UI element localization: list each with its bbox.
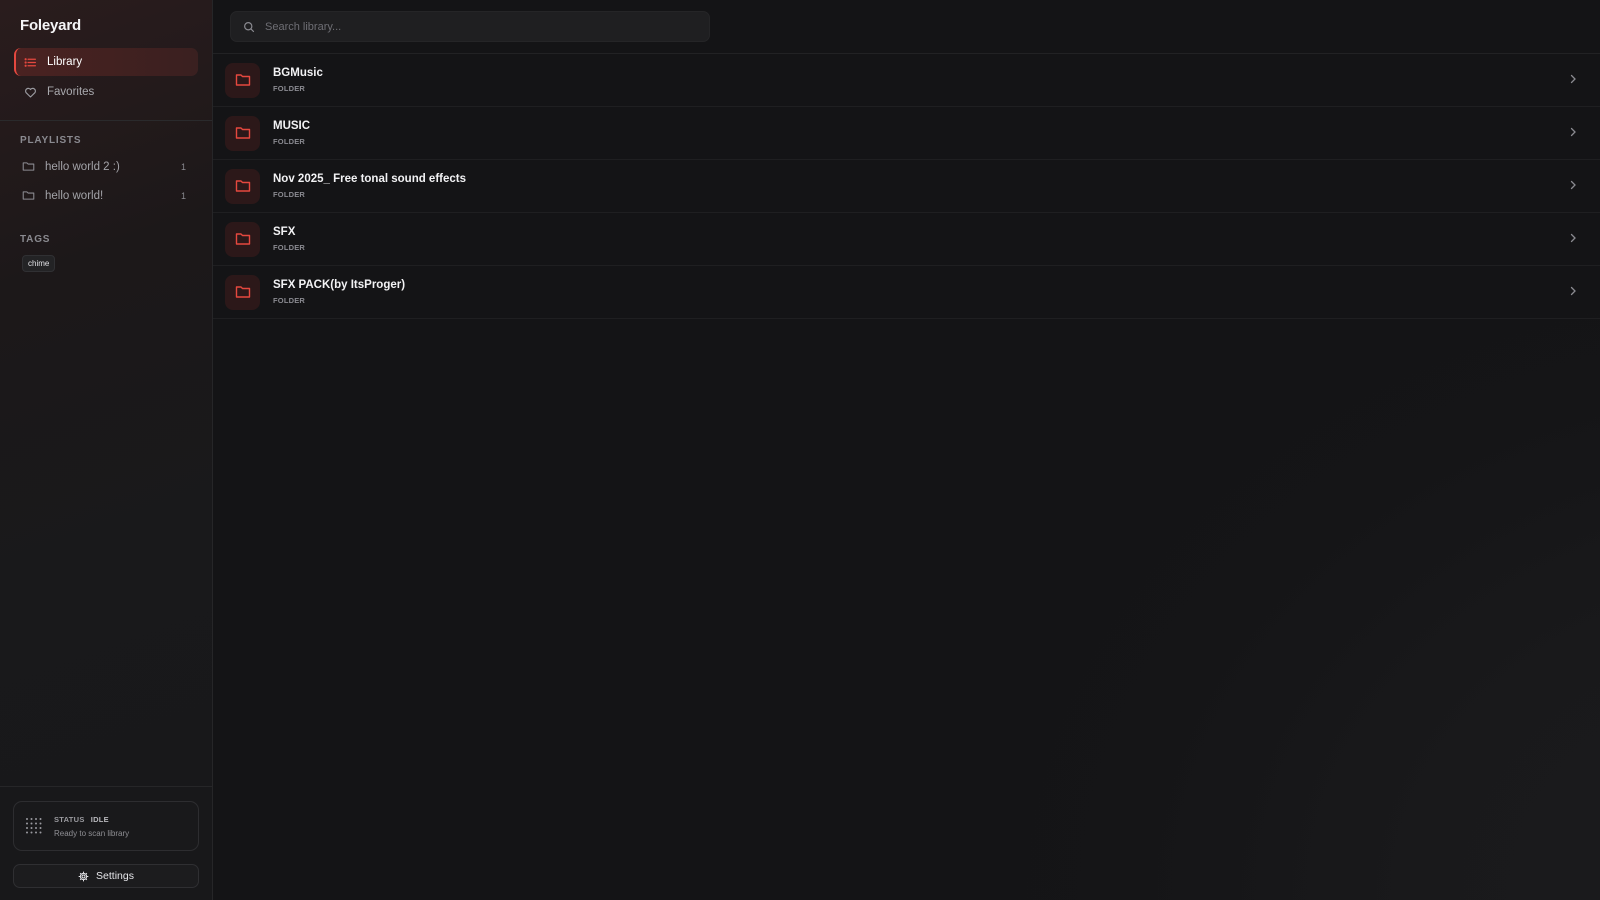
- gear-icon: [78, 871, 89, 881]
- item-type: FOLDER: [273, 190, 306, 199]
- sidebar-item-label: Favorites: [47, 86, 95, 98]
- folder-icon: [235, 180, 250, 192]
- settings-button[interactable]: Settings: [13, 864, 199, 888]
- item-meta: SFX FOLDER: [273, 226, 1568, 252]
- folder-icon: [22, 191, 35, 200]
- list-item[interactable]: BGMusic FOLDER: [213, 54, 1600, 107]
- item-meta: MUSIC FOLDER: [273, 120, 1568, 146]
- playlist-name: hello world!: [45, 189, 104, 202]
- item-type: FOLDER: [273, 137, 306, 146]
- chevron-right-icon: [1568, 283, 1578, 301]
- main-content: BGMusic FOLDER MUSIC FOLDER: [213, 0, 1600, 900]
- status-heading: STATUS IDLE: [54, 815, 129, 824]
- playlist-count: 1: [180, 161, 186, 172]
- status-text: STATUS IDLE Ready to scan library: [54, 815, 129, 838]
- chevron-right-icon: [1568, 177, 1578, 195]
- search-input[interactable]: [265, 20, 697, 33]
- status-message: Ready to scan library: [54, 828, 130, 838]
- search-icon: [244, 21, 255, 32]
- heart-icon: [25, 87, 36, 98]
- grid-icon: [26, 818, 42, 834]
- playlist-count: 1: [180, 190, 186, 201]
- folder-badge: [225, 221, 260, 257]
- sidebar-item-favorites[interactable]: Favorites: [14, 78, 198, 106]
- playlist-name: hello world 2 :): [45, 160, 120, 173]
- item-name: SFX PACK(by ItsProger): [273, 279, 406, 291]
- list-item[interactable]: SFX PACK(by ItsProger) FOLDER: [213, 266, 1600, 319]
- item-type: FOLDER: [273, 296, 306, 305]
- playlists-heading: PLAYLISTS: [20, 135, 82, 146]
- folder-icon: [22, 162, 35, 171]
- sidebar: Foleyard Library Favorites PLAYLISTS hel…: [0, 0, 213, 900]
- sidebar-item-label: Library: [47, 56, 83, 68]
- status-value: IDLE: [90, 814, 109, 824]
- folder-badge: [225, 168, 260, 204]
- sidebar-item-library[interactable]: Library: [14, 48, 198, 76]
- chevron-right-icon: [1568, 124, 1578, 142]
- list-icon: [24, 57, 36, 67]
- list-item[interactable]: SFX FOLDER: [213, 213, 1600, 266]
- sidebar-nav: Library Favorites: [0, 48, 212, 108]
- tag-chime[interactable]: chime: [22, 255, 56, 272]
- status-label: STATUS: [54, 814, 85, 824]
- chevron-right-icon: [1568, 230, 1578, 248]
- tags-heading: TAGS: [20, 234, 51, 245]
- folder-icon: [235, 74, 250, 86]
- folder-icon: [235, 286, 250, 298]
- item-type: FOLDER: [273, 84, 306, 93]
- list-item[interactable]: MUSIC FOLDER: [213, 107, 1600, 160]
- item-name: SFX: [273, 226, 296, 238]
- item-name: MUSIC: [273, 120, 311, 132]
- list-item[interactable]: Nov 2025_ Free tonal sound effects FOLDE…: [213, 160, 1600, 213]
- item-name: Nov 2025_ Free tonal sound effects: [273, 173, 467, 185]
- sidebar-footer: STATUS IDLE Ready to scan library Setting…: [0, 786, 212, 900]
- top-bar: [213, 0, 1600, 54]
- folder-badge: [225, 274, 260, 310]
- item-type: FOLDER: [273, 243, 306, 252]
- folder-icon: [235, 127, 250, 139]
- settings-label: Settings: [96, 870, 134, 882]
- app-window: Foleyard Library Favorites PLAYLISTS hel…: [0, 0, 1600, 900]
- item-meta: BGMusic FOLDER: [273, 67, 1568, 93]
- app-title: Foleyard: [20, 17, 81, 34]
- status-card: STATUS IDLE Ready to scan library: [13, 801, 199, 851]
- playlist-item[interactable]: hello world! 1: [14, 181, 198, 210]
- item-name: BGMusic: [273, 67, 323, 79]
- folder-badge: [225, 115, 260, 151]
- tag-list: chime: [0, 251, 212, 276]
- search-box: [230, 11, 710, 42]
- playlist-list: hello world 2 :) 1 hello world! 1: [0, 152, 212, 210]
- item-meta: Nov 2025_ Free tonal sound effects FOLDE…: [273, 173, 1568, 199]
- chevron-right-icon: [1568, 71, 1578, 89]
- library-list: BGMusic FOLDER MUSIC FOLDER Nov 2025_ Fr…: [213, 54, 1600, 319]
- playlist-item[interactable]: hello world 2 :) 1: [14, 152, 198, 181]
- folder-icon: [235, 233, 250, 245]
- folder-badge: [225, 62, 260, 98]
- item-meta: SFX PACK(by ItsProger) FOLDER: [273, 279, 1568, 305]
